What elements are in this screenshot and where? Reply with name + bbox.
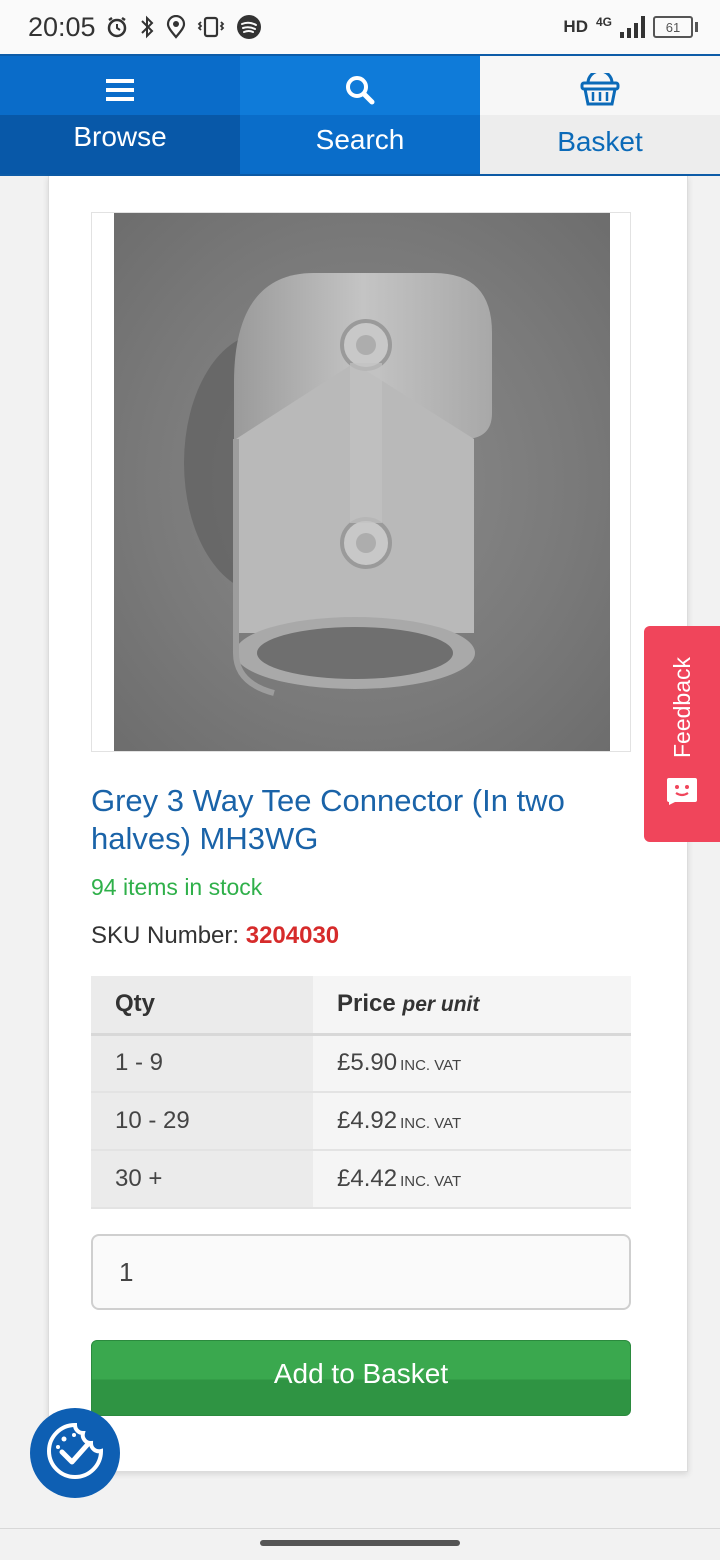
add-to-basket-button[interactable]: Add to Basket <box>91 1340 631 1416</box>
status-bar: 20:05 HD 4G 61 <box>0 0 720 54</box>
nav-search[interactable]: Search <box>240 56 480 174</box>
network-type: 4G <box>595 15 612 29</box>
basket-icon <box>580 69 620 112</box>
top-navigation: Browse Search Basket <box>0 54 720 176</box>
feedback-tab[interactable]: Feedback <box>644 626 720 842</box>
vat-label: INC. VAT <box>400 1173 462 1190</box>
qty-range: 30 + <box>91 1150 313 1209</box>
cookie-consent-button[interactable] <box>30 1408 120 1498</box>
product-image[interactable] <box>114 213 610 751</box>
nav-browse-label: Browse <box>73 120 167 152</box>
table-row: 10 - 29 £4.92 INC. VAT <box>91 1092 631 1151</box>
bottom-divider <box>0 1528 720 1529</box>
status-time: 20:05 <box>28 11 96 42</box>
price-cell: £4.92 INC. VAT <box>313 1092 631 1151</box>
table-row: 30 + £4.42 INC. VAT <box>91 1150 631 1209</box>
unit-price: £4.92 <box>337 1107 398 1134</box>
sku-line: SKU Number: 3204030 <box>91 922 339 950</box>
price-cell: £5.90 INC. VAT <box>313 1034 631 1093</box>
unit-price: £5.90 <box>337 1049 398 1077</box>
bluetooth-icon <box>138 15 156 39</box>
nav-basket[interactable]: Basket <box>480 56 720 174</box>
menu-icon <box>106 78 134 107</box>
status-right: HD 4G 61 <box>563 15 698 38</box>
price-table: Qty Price per unit 1 - 9 £5.90 INC. VAT 1… <box>91 976 631 1209</box>
hd-indicator: HD <box>563 17 588 36</box>
price-header: Price per unit <box>313 976 631 1036</box>
qty-header: Qty <box>91 976 313 1036</box>
battery-level: 61 <box>653 16 693 38</box>
price-cell: £4.42 INC. VAT <box>313 1150 631 1209</box>
qty-range: 10 - 29 <box>91 1092 313 1151</box>
nav-browse[interactable]: Browse <box>0 56 240 174</box>
nav-basket-label: Basket <box>557 125 643 157</box>
feedback-smiley-icon <box>665 776 699 811</box>
quantity-input[interactable] <box>91 1234 631 1310</box>
stock-status: 94 items in stock <box>91 874 263 900</box>
sku-value: 3204030 <box>245 922 340 949</box>
battery-icon: 61 <box>653 16 698 38</box>
nav-search-label: Search <box>315 123 405 155</box>
status-icons <box>106 14 262 40</box>
product-card: Grey 3 Way Tee Connector (In two halves)… <box>48 176 688 1472</box>
vat-label: INC. VAT <box>400 1057 462 1075</box>
price-header-label: Price <box>337 990 396 1018</box>
unit-price: £4.42 <box>337 1165 398 1192</box>
search-icon <box>345 75 375 110</box>
qty-range: 1 - 9 <box>91 1034 313 1093</box>
table-row: 1 - 9 £5.90 INC. VAT <box>91 1034 631 1093</box>
cookie-check-icon <box>44 1420 106 1487</box>
vat-label: INC. VAT <box>400 1115 462 1132</box>
price-table-header: Qty Price per unit <box>91 976 631 1036</box>
status-left: 20:05 <box>28 12 262 43</box>
product-image-frame <box>91 212 631 752</box>
signal-icon <box>620 16 645 38</box>
location-icon <box>166 15 186 39</box>
product-title: Grey 3 Way Tee Connector (In two halves)… <box>91 783 565 856</box>
product-page: 20:05 HD 4G 61 Browse Search Basket Grey… <box>0 0 720 1560</box>
home-indicator[interactable] <box>260 1540 460 1546</box>
vibrate-icon <box>196 15 226 39</box>
alarm-icon <box>106 16 128 38</box>
sku-label: SKU Number: <box>91 922 240 949</box>
per-unit-label: per unit <box>402 993 480 1017</box>
feedback-label: Feedback <box>668 656 695 758</box>
spotify-icon <box>236 14 262 40</box>
